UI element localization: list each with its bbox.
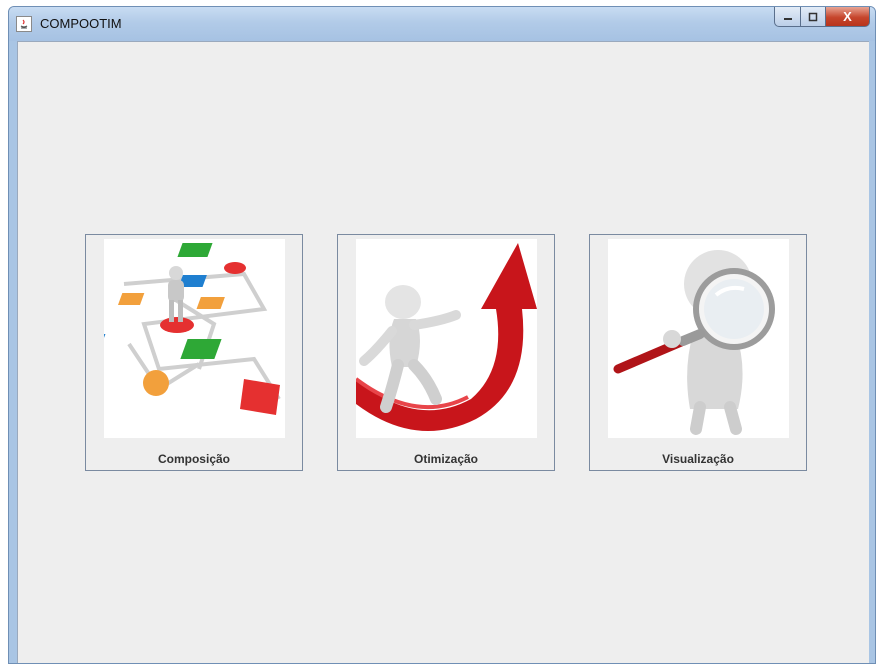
composition-button[interactable]: Composição	[85, 234, 303, 471]
maximize-icon	[808, 12, 818, 21]
minimize-button[interactable]	[774, 7, 800, 27]
optimization-label: Otimização	[413, 452, 479, 466]
window-title: COMPOOTIM	[40, 16, 122, 31]
visualization-button[interactable]: Visualização	[589, 234, 807, 471]
app-window: COMPOOTIM X Composição Otimização Visual…	[8, 6, 876, 664]
maximize-button[interactable]	[800, 7, 826, 27]
close-icon: X	[843, 9, 852, 24]
optimization-arrow-illustration	[356, 239, 537, 438]
close-button[interactable]: X	[826, 7, 870, 27]
magnifier-illustration	[608, 239, 789, 438]
composition-label: Composição	[157, 452, 230, 466]
java-app-icon	[16, 16, 32, 32]
optimization-button[interactable]: Otimização	[337, 234, 555, 471]
main-panel: Composição Otimização Visualização	[17, 41, 869, 663]
title-bar[interactable]: COMPOOTIM X	[9, 7, 875, 41]
composition-flowchart-illustration	[104, 239, 285, 438]
visualization-label: Visualização	[662, 452, 734, 466]
minimize-icon	[783, 17, 792, 20]
